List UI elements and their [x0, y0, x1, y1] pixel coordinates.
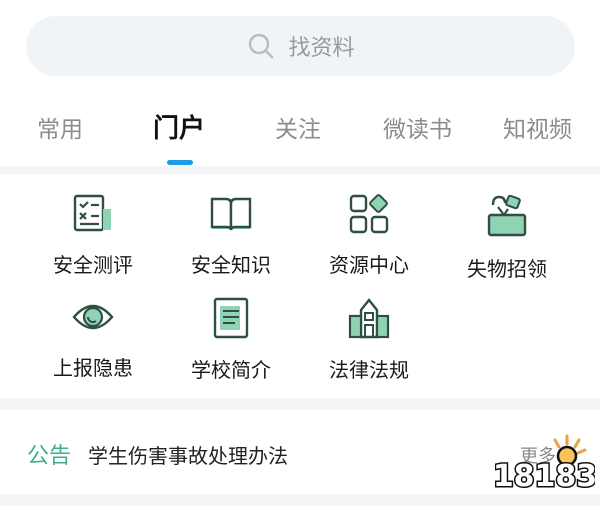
grid-item-school-profile[interactable]: 学校简介 — [166, 296, 296, 383]
grid-label: 学校简介 — [191, 358, 271, 382]
grid-item-resource-center[interactable]: 资源中心 — [304, 193, 434, 278]
grid-item-report-hazard[interactable]: 上报隐患 — [28, 296, 158, 381]
tab-indicator — [167, 160, 193, 165]
grid-item-laws-regulations[interactable]: 法律法规 — [304, 296, 434, 383]
grid-item-lost-found[interactable]: 失物招领 — [442, 193, 572, 282]
section-divider — [0, 166, 600, 174]
notice-tag: 公告 — [27, 444, 72, 469]
tab-common[interactable]: 常用 — [37, 110, 83, 144]
tab-follow[interactable]: 关注 — [275, 110, 321, 144]
apps-grid-icon — [349, 194, 389, 234]
search-bar[interactable]: 找资料 — [26, 16, 575, 76]
grid-label: 失物招领 — [467, 257, 547, 281]
grid-label: 安全知识 — [191, 253, 271, 277]
grid-label: 资源中心 — [329, 253, 409, 277]
checklist-icon — [73, 194, 111, 232]
grid-item-safety-knowledge[interactable]: 安全知识 — [166, 193, 296, 278]
watermark-text: 18183 — [495, 459, 595, 494]
grid-label: 安全测评 — [53, 253, 133, 277]
eye-icon — [72, 304, 114, 330]
watermark-logo: 18183 — [495, 434, 595, 496]
grid-item-safety-assessment[interactable]: 安全测评 — [28, 193, 158, 278]
notice-title[interactable]: 学生伤害事故处理办法 — [88, 440, 288, 469]
search-placeholder: 找资料 — [288, 36, 355, 61]
tab-bar: 常用 门户 关注 微读书 知视频 — [0, 110, 600, 166]
book-icon — [210, 197, 252, 232]
grid-label: 法律法规 — [329, 358, 409, 382]
tab-portal[interactable]: 门户 — [153, 108, 205, 145]
document-icon — [213, 297, 249, 339]
tab-micro-reading[interactable]: 微读书 — [383, 110, 452, 144]
tab-knowledge-video[interactable]: 知视频 — [503, 110, 572, 144]
lost-found-box-icon — [487, 194, 527, 237]
section-divider — [0, 398, 600, 410]
grid-label: 上报隐患 — [53, 356, 133, 380]
building-icon — [348, 298, 390, 339]
search-icon — [249, 33, 274, 59]
